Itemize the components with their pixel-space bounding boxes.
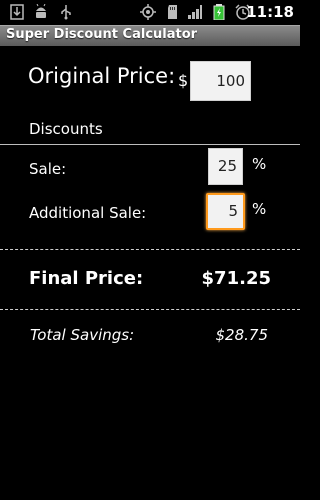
app-title: Super Discount Calculator [6, 27, 198, 42]
app-title-bar: Super Discount Calculator [0, 25, 300, 46]
signal-icon [188, 5, 202, 19]
final-price-label: Final Price: [29, 268, 144, 289]
dashed-divider-bottom [0, 309, 300, 310]
total-savings-label: Total Savings: [30, 326, 135, 344]
additional-sale-label: Additional Sale: [29, 204, 147, 222]
discounts-heading: Discounts [29, 120, 103, 138]
additional-sale-percent-input[interactable]: 5 [206, 193, 245, 230]
sd-card-icon [168, 5, 177, 19]
currency-symbol: $ [178, 71, 189, 90]
total-savings-value: $28.75 [215, 326, 269, 344]
status-bar: 11:18 [0, 0, 300, 25]
divider [0, 144, 300, 145]
dashed-divider-top [0, 249, 300, 250]
original-price-label: Original Price: [28, 64, 176, 88]
battery-charging-icon [213, 4, 225, 20]
status-time: 11:18 [246, 3, 294, 21]
gps-icon [140, 4, 156, 20]
final-price-value: $71.25 [201, 268, 271, 289]
additional-sale-percent-unit: % [252, 200, 267, 218]
usb-icon [61, 5, 71, 20]
sale-percent-unit: % [252, 155, 267, 173]
sale-label: Sale: [29, 160, 67, 178]
android-debug-icon [36, 4, 46, 18]
sale-percent-input[interactable]: 25 [208, 148, 243, 185]
download-icon [10, 4, 24, 20]
original-price-input[interactable]: 100 [190, 61, 251, 101]
